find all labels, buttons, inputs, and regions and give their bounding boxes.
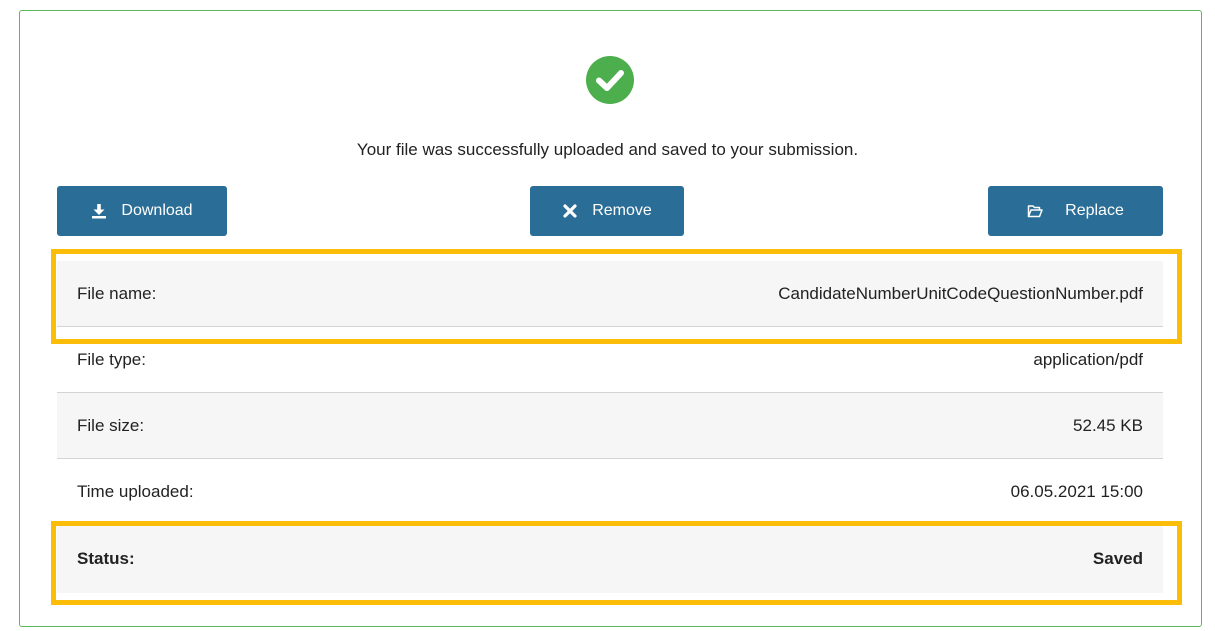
file-size-row: File size: 52.45 KB	[57, 393, 1163, 459]
status-row: Status: Saved	[57, 525, 1163, 593]
remove-button[interactable]: Remove	[530, 186, 684, 236]
file-size-label: File size:	[77, 415, 145, 435]
replace-button[interactable]: Replace	[988, 186, 1163, 236]
status-label: Status:	[77, 549, 135, 568]
file-name-value: CandidateNumberUnitCodeQuestionNumber.pd…	[778, 283, 1143, 303]
close-icon	[562, 203, 578, 219]
success-message: Your file was successfully uploaded and …	[356, 140, 859, 159]
file-type-label: File type:	[77, 349, 146, 369]
download-button[interactable]: Download	[57, 186, 227, 236]
status-value: Saved	[1092, 549, 1143, 568]
remove-label: Remove	[592, 202, 652, 219]
file-type-value: application/pdf	[1033, 349, 1143, 369]
file-size-value: 52.45 KB	[1073, 415, 1143, 435]
download-icon	[91, 203, 107, 219]
time-uploaded-row: Time uploaded: 06.05.2021 15:00	[57, 459, 1163, 525]
folder-open-icon	[1027, 203, 1043, 219]
time-uploaded-label: Time uploaded:	[77, 481, 194, 501]
file-details-table: File name: CandidateNumberUnitCodeQuesti…	[57, 261, 1163, 593]
replace-label: Replace	[1065, 202, 1124, 219]
download-label: Download	[121, 202, 193, 219]
file-name-row: File name: CandidateNumberUnitCodeQuesti…	[57, 261, 1163, 327]
time-uploaded-value: 06.05.2021 15:00	[1010, 481, 1143, 501]
file-name-label: File name:	[77, 283, 157, 303]
check-circle-icon	[586, 56, 634, 104]
file-type-row: File type: application/pdf	[57, 327, 1163, 393]
